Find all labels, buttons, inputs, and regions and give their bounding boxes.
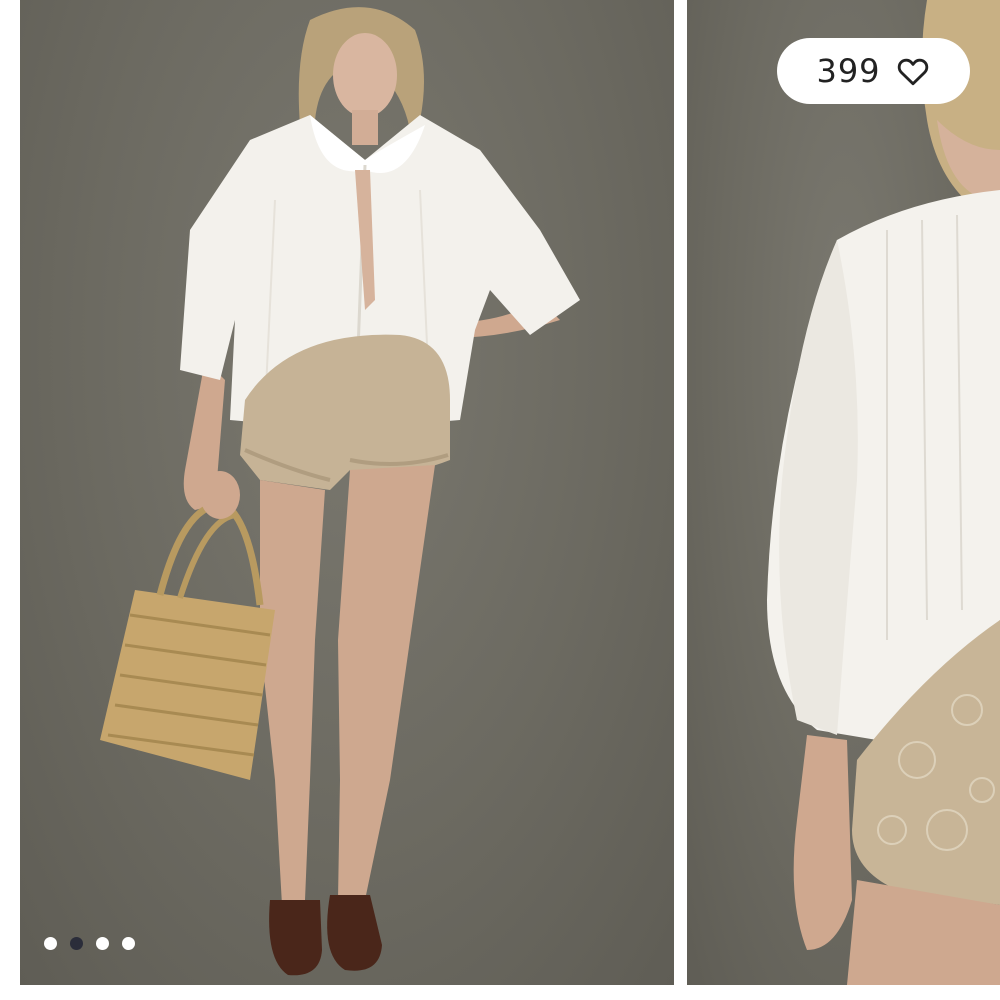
- model-figure-front: [100, 7, 580, 976]
- product-image-gallery[interactable]: 399: [0, 0, 1000, 1000]
- product-image-back[interactable]: [687, 0, 1000, 985]
- carousel-dot-1[interactable]: [44, 937, 57, 950]
- like-button[interactable]: 399: [777, 38, 970, 104]
- model-figure-back: [767, 0, 1000, 985]
- like-count: 399: [816, 52, 881, 90]
- carousel-dot-2[interactable]: [70, 937, 83, 950]
- carousel-dot-4[interactable]: [122, 937, 135, 950]
- product-image-front[interactable]: [20, 0, 674, 985]
- carousel-dot-3[interactable]: [96, 937, 109, 950]
- heart-outline-icon: [897, 58, 928, 86]
- carousel-pagination: [44, 937, 135, 950]
